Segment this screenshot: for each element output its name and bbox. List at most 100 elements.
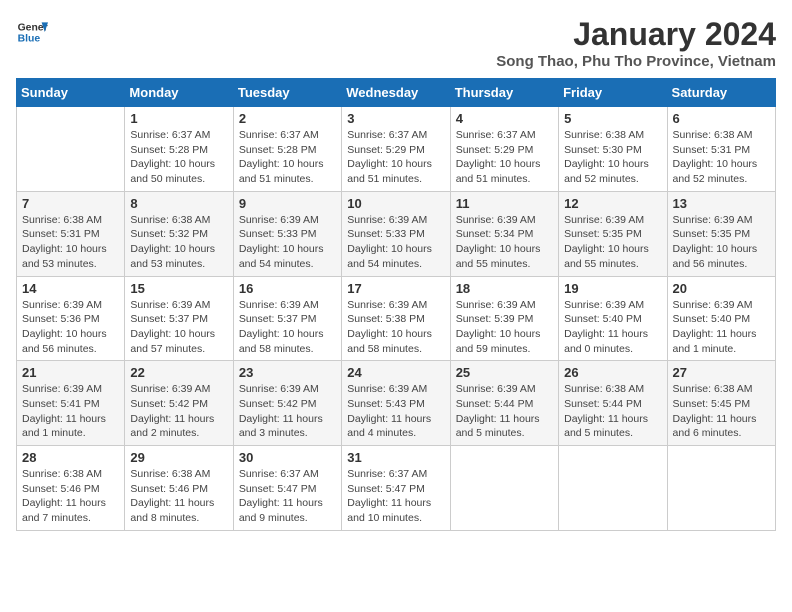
calendar-cell: 4Sunrise: 6:37 AM Sunset: 5:29 PM Daylig…: [450, 107, 558, 192]
day-number: 17: [347, 281, 444, 296]
calendar-cell: [667, 446, 775, 531]
day-number: 21: [22, 365, 119, 380]
day-info: Sunrise: 6:37 AM Sunset: 5:47 PM Dayligh…: [347, 467, 444, 526]
calendar-cell: 3Sunrise: 6:37 AM Sunset: 5:29 PM Daylig…: [342, 107, 450, 192]
header-cell-monday: Monday: [125, 79, 233, 107]
calendar-cell: 24 Sunrise: 6:39 AM Sunset: 5:43 PM Dayli…: [342, 361, 450, 446]
header-cell-sunday: Sunday: [17, 79, 125, 107]
calendar-cell: 8 Sunrise: 6:38 AM Sunset: 5:32 PM Daylig…: [125, 191, 233, 276]
day-info: Sunrise: 6:39 AM Sunset: 5:33 PM Dayligh…: [347, 213, 444, 272]
title-area: January 2024 Song Thao, Phu Tho Province…: [496, 16, 776, 70]
calendar-cell: 22 Sunrise: 6:39 AM Sunset: 5:42 PM Dayli…: [125, 361, 233, 446]
header-cell-thursday: Thursday: [450, 79, 558, 107]
day-number: 5: [564, 111, 661, 126]
calendar-cell: 6 Sunrise: 6:38 AM Sunset: 5:31 PM Daylig…: [667, 107, 775, 192]
calendar-cell: 18 Sunrise: 6:39 AM Sunset: 5:39 PM Dayli…: [450, 276, 558, 361]
logo-icon: General Blue: [16, 16, 48, 48]
day-info: Sunrise: 6:39 AM Sunset: 5:37 PM Dayligh…: [130, 298, 227, 357]
calendar-week-row: 7Sunrise: 6:38 AM Sunset: 5:31 PM Daylig…: [17, 191, 776, 276]
header-cell-wednesday: Wednesday: [342, 79, 450, 107]
day-info: Sunrise: 6:39 AM Sunset: 5:33 PM Dayligh…: [239, 213, 336, 272]
calendar-cell: 5 Sunrise: 6:38 AM Sunset: 5:30 PM Daylig…: [559, 107, 667, 192]
calendar-week-row: 21 Sunrise: 6:39 AM Sunset: 5:41 PM Dayli…: [17, 361, 776, 446]
day-number: 1: [130, 111, 227, 126]
calendar-cell: 25Sunrise: 6:39 AM Sunset: 5:44 PM Dayli…: [450, 361, 558, 446]
calendar-cell: 10 Sunrise: 6:39 AM Sunset: 5:33 PM Dayli…: [342, 191, 450, 276]
day-info: Sunrise: 6:38 AM Sunset: 5:46 PM Dayligh…: [130, 467, 227, 526]
calendar-cell: [450, 446, 558, 531]
day-info: Sunrise: 6:38 AM Sunset: 5:44 PM Dayligh…: [564, 382, 661, 441]
day-number: 30: [239, 450, 336, 465]
calendar-cell: 17 Sunrise: 6:39 AM Sunset: 5:38 PM Dayli…: [342, 276, 450, 361]
day-info: Sunrise: 6:39 AM Sunset: 5:40 PM Dayligh…: [673, 298, 770, 357]
day-number: 14: [22, 281, 119, 296]
day-number: 10: [347, 196, 444, 211]
page-header: General Blue January 2024 Song Thao, Phu…: [16, 16, 776, 70]
calendar-cell: 14 Sunrise: 6:39 AM Sunset: 5:36 PM Dayli…: [17, 276, 125, 361]
day-info: Sunrise: 6:39 AM Sunset: 5:39 PM Dayligh…: [456, 298, 553, 357]
calendar-cell: [559, 446, 667, 531]
calendar-body: 1 Sunrise: 6:37 AM Sunset: 5:28 PM Daylig…: [17, 107, 776, 531]
day-info: Sunrise: 6:38 AM Sunset: 5:32 PM Dayligh…: [130, 213, 227, 272]
day-number: 31: [347, 450, 444, 465]
day-number: 28: [22, 450, 119, 465]
location-subtitle: Song Thao, Phu Tho Province, Vietnam: [496, 53, 776, 70]
calendar-week-row: 14 Sunrise: 6:39 AM Sunset: 5:36 PM Dayli…: [17, 276, 776, 361]
day-info: Sunrise: 6:39 AM Sunset: 5:35 PM Dayligh…: [673, 213, 770, 272]
calendar-week-row: 1 Sunrise: 6:37 AM Sunset: 5:28 PM Daylig…: [17, 107, 776, 192]
day-info: Sunrise: 6:39 AM Sunset: 5:41 PM Dayligh…: [22, 382, 119, 441]
day-number: 24: [347, 365, 444, 380]
day-number: 25: [456, 365, 553, 380]
day-number: 7: [22, 196, 119, 211]
day-number: 26: [564, 365, 661, 380]
day-info: Sunrise: 6:39 AM Sunset: 5:42 PM Dayligh…: [130, 382, 227, 441]
day-number: 19: [564, 281, 661, 296]
day-number: 12: [564, 196, 661, 211]
header-cell-saturday: Saturday: [667, 79, 775, 107]
calendar-header-row: SundayMondayTuesdayWednesdayThursdayFrid…: [17, 79, 776, 107]
day-number: 13: [673, 196, 770, 211]
calendar-cell: 13 Sunrise: 6:39 AM Sunset: 5:35 PM Dayli…: [667, 191, 775, 276]
calendar-cell: 20 Sunrise: 6:39 AM Sunset: 5:40 PM Dayli…: [667, 276, 775, 361]
day-number: 20: [673, 281, 770, 296]
calendar-cell: 31 Sunrise: 6:37 AM Sunset: 5:47 PM Dayli…: [342, 446, 450, 531]
day-number: 6: [673, 111, 770, 126]
day-info: Sunrise: 6:37 AM Sunset: 5:29 PM Dayligh…: [347, 128, 444, 187]
day-number: 9: [239, 196, 336, 211]
day-info: Sunrise: 6:37 AM Sunset: 5:47 PM Dayligh…: [239, 467, 336, 526]
calendar-cell: 29 Sunrise: 6:38 AM Sunset: 5:46 PM Dayli…: [125, 446, 233, 531]
calendar-cell: 26 Sunrise: 6:38 AM Sunset: 5:44 PM Dayli…: [559, 361, 667, 446]
day-info: Sunrise: 6:37 AM Sunset: 5:28 PM Dayligh…: [130, 128, 227, 187]
day-number: 29: [130, 450, 227, 465]
day-info: Sunrise: 6:39 AM Sunset: 5:38 PM Dayligh…: [347, 298, 444, 357]
calendar-cell: 28 Sunrise: 6:38 AM Sunset: 5:46 PM Dayli…: [17, 446, 125, 531]
day-info: Sunrise: 6:39 AM Sunset: 5:34 PM Dayligh…: [456, 213, 553, 272]
day-info: Sunrise: 6:37 AM Sunset: 5:28 PM Dayligh…: [239, 128, 336, 187]
calendar-cell: 2 Sunrise: 6:37 AM Sunset: 5:28 PM Daylig…: [233, 107, 341, 192]
day-number: 2: [239, 111, 336, 126]
day-number: 4: [456, 111, 553, 126]
day-number: 18: [456, 281, 553, 296]
header-cell-friday: Friday: [559, 79, 667, 107]
day-info: Sunrise: 6:38 AM Sunset: 5:30 PM Dayligh…: [564, 128, 661, 187]
day-number: 8: [130, 196, 227, 211]
day-info: Sunrise: 6:39 AM Sunset: 5:36 PM Dayligh…: [22, 298, 119, 357]
day-number: 11: [456, 196, 553, 211]
day-info: Sunrise: 6:38 AM Sunset: 5:31 PM Dayligh…: [673, 128, 770, 187]
day-info: Sunrise: 6:38 AM Sunset: 5:46 PM Dayligh…: [22, 467, 119, 526]
calendar-week-row: 28 Sunrise: 6:38 AM Sunset: 5:46 PM Dayli…: [17, 446, 776, 531]
header-cell-tuesday: Tuesday: [233, 79, 341, 107]
day-number: 23: [239, 365, 336, 380]
day-number: 22: [130, 365, 227, 380]
calendar-cell: 30 Sunrise: 6:37 AM Sunset: 5:47 PM Dayli…: [233, 446, 341, 531]
day-info: Sunrise: 6:39 AM Sunset: 5:35 PM Dayligh…: [564, 213, 661, 272]
calendar-cell: 15 Sunrise: 6:39 AM Sunset: 5:37 PM Dayli…: [125, 276, 233, 361]
day-info: Sunrise: 6:39 AM Sunset: 5:43 PM Dayligh…: [347, 382, 444, 441]
calendar-cell: 12 Sunrise: 6:39 AM Sunset: 5:35 PM Dayli…: [559, 191, 667, 276]
calendar-cell: 21 Sunrise: 6:39 AM Sunset: 5:41 PM Dayli…: [17, 361, 125, 446]
calendar-cell: 1 Sunrise: 6:37 AM Sunset: 5:28 PM Daylig…: [125, 107, 233, 192]
day-info: Sunrise: 6:39 AM Sunset: 5:40 PM Dayligh…: [564, 298, 661, 357]
calendar-cell: 27Sunrise: 6:38 AM Sunset: 5:45 PM Dayli…: [667, 361, 775, 446]
calendar-cell: 11 Sunrise: 6:39 AM Sunset: 5:34 PM Dayli…: [450, 191, 558, 276]
day-number: 15: [130, 281, 227, 296]
